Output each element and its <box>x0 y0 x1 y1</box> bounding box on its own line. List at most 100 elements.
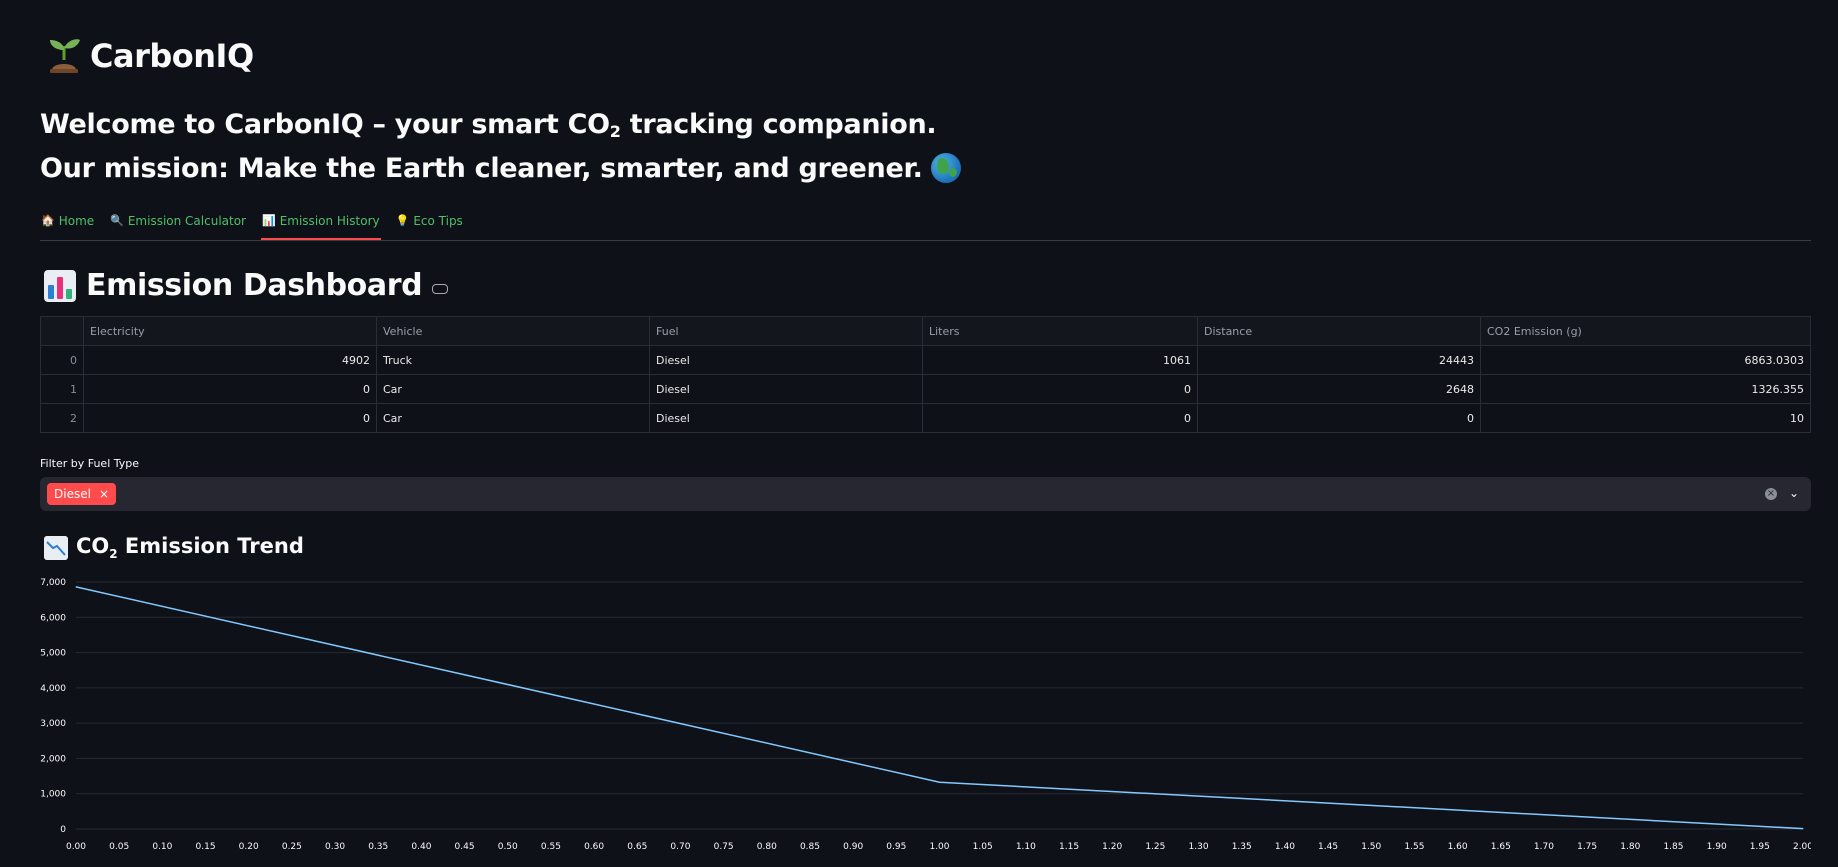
lightbulb-icon: 💡 <box>395 214 410 227</box>
y-tick-label: 4,000 <box>40 684 66 694</box>
x-tick-label: 1.60 <box>1448 842 1468 852</box>
app-brand: CarbonIQ <box>46 36 254 76</box>
tab-label: Home <box>58 214 95 228</box>
table-row: 0 4902 Truck Diesel 1061 24443 6863.0303 <box>40 345 1811 375</box>
data-point <box>75 586 77 588</box>
cell-electricity[interactable]: 0 <box>83 374 377 404</box>
column-header-fuel[interactable]: Fuel <box>649 316 923 346</box>
cell-co2[interactable]: 6863.0303 <box>1480 345 1811 375</box>
cell-distance[interactable]: 0 <box>1197 403 1481 433</box>
selected-chip-diesel[interactable]: Diesel × <box>47 483 116 505</box>
index-header[interactable] <box>40 316 84 346</box>
tab-emission-calculator[interactable]: 🔍 Emission Calculator <box>109 208 247 239</box>
x-tick-label: 1.05 <box>973 842 993 852</box>
x-tick-label: 0.80 <box>757 842 777 852</box>
x-tick-label: 0.45 <box>455 842 475 852</box>
x-tick-label: 1.40 <box>1275 842 1295 852</box>
y-tick-label: 3,000 <box>40 719 66 729</box>
x-tick-label: 2.00 <box>1793 842 1811 852</box>
cell-co2[interactable]: 1326.355 <box>1480 374 1811 404</box>
x-tick-label: 1.85 <box>1663 842 1683 852</box>
welcome-message: Welcome to CarbonIQ – your smart CO2 tra… <box>40 106 961 187</box>
emission-trend-chart[interactable]: 0 1,000 2,000 3,000 4,000 5,000 6,000 7,000 0.00… <box>40 570 1811 865</box>
y-tick-label: 1,000 <box>40 790 66 800</box>
x-tick-label: 1.55 <box>1404 842 1424 852</box>
co2-subscript: 2 <box>609 122 621 141</box>
tab-emission-history[interactable]: 📊 Emission History <box>261 208 381 240</box>
x-tick-label: 1.70 <box>1534 842 1554 852</box>
x-tick-label: 0.55 <box>541 842 561 852</box>
x-tick-label: 0.95 <box>886 842 906 852</box>
y-tick-label: 0 <box>60 825 66 835</box>
x-tick-label: 0.90 <box>843 842 863 852</box>
welcome-line-1: Welcome to CarbonIQ – your smart CO2 tra… <box>40 106 961 150</box>
cell-fuel[interactable]: Diesel <box>649 403 923 433</box>
data-point <box>1802 828 1804 830</box>
x-tick-label: 1.10 <box>1016 842 1036 852</box>
cell-co2[interactable]: 10 <box>1480 403 1811 433</box>
x-tick-label: 0.70 <box>670 842 690 852</box>
row-index[interactable]: 2 <box>40 403 84 433</box>
column-header-electricity[interactable]: Electricity <box>83 316 377 346</box>
x-tick-label: 0.25 <box>282 842 302 852</box>
x-tick-label: 1.90 <box>1707 842 1727 852</box>
chip-remove-icon[interactable]: × <box>99 483 109 505</box>
chevron-down-icon[interactable]: ⌄ <box>1789 486 1799 500</box>
welcome-line-2: Our mission: Make the Earth cleaner, sma… <box>40 150 961 187</box>
trend-title-sub: 2 <box>109 547 118 562</box>
tab-bar: 🏠 Home 🔍 Emission Calculator 📊 Emission His… <box>40 208 1811 241</box>
trend-header: CO2 Emission Trend <box>44 534 304 561</box>
tab-home[interactable]: 🏠 Home <box>40 208 95 239</box>
trend-title: CO2 Emission Trend <box>76 534 304 561</box>
x-tick-label: 0.35 <box>368 842 388 852</box>
y-tick-label: 6,000 <box>40 613 66 623</box>
column-header-vehicle[interactable]: Vehicle <box>376 316 650 346</box>
column-header-co2[interactable]: CO2 Emission (g) <box>1480 316 1811 346</box>
x-tick-label: 0.05 <box>109 842 129 852</box>
cell-liters[interactable]: 1061 <box>922 345 1198 375</box>
cell-electricity[interactable]: 4902 <box>83 345 377 375</box>
y-tick-label: 5,000 <box>40 649 66 659</box>
x-tick-label: 1.95 <box>1750 842 1770 852</box>
seedling-icon <box>50 39 80 73</box>
x-tick-label: 0.75 <box>714 842 734 852</box>
cell-liters[interactable]: 0 <box>922 403 1198 433</box>
chip-label: Diesel <box>54 487 91 501</box>
dashboard-header: Emission Dashboard <box>44 268 449 303</box>
x-tick-label: 0.30 <box>325 842 345 852</box>
cell-fuel[interactable]: Diesel <box>649 345 923 375</box>
y-tick-label: 2,000 <box>40 754 66 764</box>
cell-electricity[interactable]: 0 <box>83 403 377 433</box>
tab-label: Emission Calculator <box>127 214 246 228</box>
cell-distance[interactable]: 24443 <box>1197 345 1481 375</box>
cell-distance[interactable]: 2648 <box>1197 374 1481 404</box>
column-header-distance[interactable]: Distance <box>1197 316 1481 346</box>
welcome-line-1-tail: tracking companion. <box>620 109 937 140</box>
table-header-row: Electricity Vehicle Fuel Liters Distance… <box>40 316 1811 346</box>
dashboard-title: Emission Dashboard <box>86 268 423 303</box>
fuel-type-multiselect[interactable]: Diesel × × ⌄ <box>40 477 1811 511</box>
column-header-liters[interactable]: Liters <box>922 316 1198 346</box>
bar-chart-icon: 📊 <box>262 214 276 227</box>
anchor-link-icon[interactable] <box>432 283 449 294</box>
clear-all-icon[interactable]: × <box>1765 488 1777 500</box>
cell-fuel[interactable]: Diesel <box>649 374 923 404</box>
cell-vehicle[interactable]: Truck <box>376 345 650 375</box>
row-index[interactable]: 0 <box>40 345 84 375</box>
cell-vehicle[interactable]: Car <box>376 403 650 433</box>
x-tick-label: 0.65 <box>627 842 647 852</box>
cell-vehicle[interactable]: Car <box>376 374 650 404</box>
tab-eco-tips[interactable]: 💡 Eco Tips <box>395 208 464 239</box>
app-title: CarbonIQ <box>90 37 254 75</box>
x-tick-label: 0.20 <box>239 842 259 852</box>
filter-label: Filter by Fuel Type <box>40 457 140 470</box>
tab-label: Eco Tips <box>413 214 463 228</box>
x-tick-label: 1.20 <box>1102 842 1122 852</box>
emission-table[interactable]: Electricity Vehicle Fuel Liters Distance… <box>40 316 1811 433</box>
x-tick-label: 1.15 <box>1059 842 1079 852</box>
x-tick-label: 0.60 <box>584 842 604 852</box>
x-tick-label: 1.25 <box>1145 842 1165 852</box>
cell-liters[interactable]: 0 <box>922 374 1198 404</box>
x-tick-label: 1.30 <box>1189 842 1209 852</box>
row-index[interactable]: 1 <box>40 374 84 404</box>
